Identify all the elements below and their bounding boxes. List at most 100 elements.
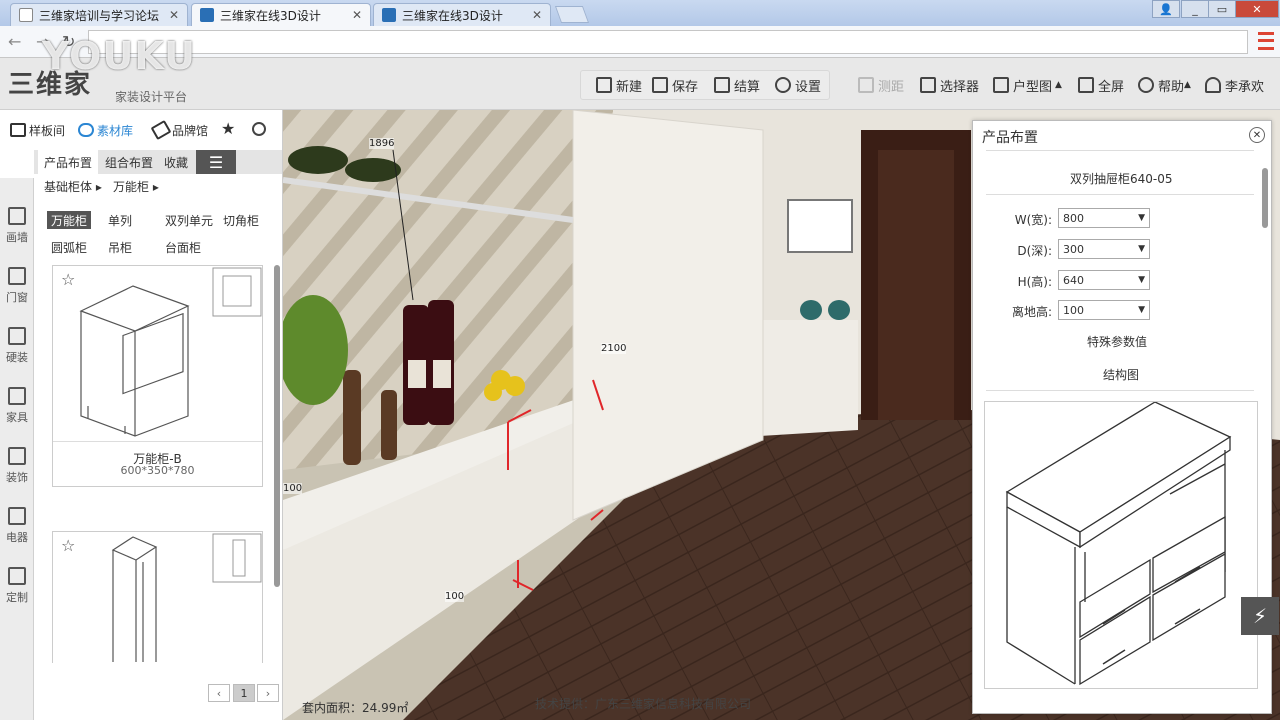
product-card[interactable]: ☆	[52, 531, 263, 663]
back-icon[interactable]: ←	[8, 32, 21, 51]
fullscreen-icon	[1078, 77, 1094, 93]
tab-label: 三维家培训与学习论坛	[39, 8, 160, 23]
selector-button[interactable]: 选择器	[920, 73, 979, 97]
floorplan-button[interactable]: 户型图 ▲	[993, 73, 1062, 97]
next-page-button[interactable]: ›	[257, 684, 279, 702]
chair-icon	[8, 387, 26, 405]
ruler-icon	[858, 77, 874, 93]
sidebar-label: 装饰	[6, 471, 28, 484]
chevron-down-icon: ▼	[1138, 244, 1145, 254]
list-scrollbar[interactable]	[274, 265, 280, 587]
product-size: 600*350*780	[120, 464, 195, 477]
monitor-icon	[8, 507, 26, 525]
star-icon[interactable]: ★	[221, 119, 235, 138]
help-button[interactable]: 帮助 ▲	[1138, 73, 1191, 97]
category-counter[interactable]: 台面柜	[161, 238, 205, 256]
page-number[interactable]: 1	[233, 684, 255, 702]
fullscreen-button[interactable]: 全屏	[1078, 73, 1124, 97]
url-input[interactable]	[88, 30, 1248, 54]
measure-button[interactable]: 测距	[858, 73, 904, 97]
user-menu[interactable]: 李承欢	[1205, 73, 1264, 97]
site-icon	[382, 8, 396, 22]
category-wall-cabinet[interactable]: 吊柜	[104, 238, 136, 256]
nav-templates[interactable]: 样板间	[10, 118, 65, 142]
category-universal[interactable]: 万能柜	[47, 211, 92, 229]
tab-favorites[interactable]: 收藏	[158, 150, 194, 174]
help-label: 帮助	[1158, 79, 1185, 95]
user-icon[interactable]: 👤	[1152, 0, 1180, 18]
close-icon[interactable]: ✕	[352, 8, 362, 22]
search-icon[interactable]	[252, 122, 266, 136]
settings-button[interactable]: 设置	[775, 73, 821, 97]
sidebar-item-hardware[interactable]: 硬装	[0, 318, 34, 374]
minimize-button[interactable]: _	[1181, 0, 1209, 18]
prev-page-button[interactable]: ‹	[208, 684, 230, 702]
sidebar-item-furniture[interactable]: 家具	[0, 378, 34, 434]
chevron-down-icon: ▼	[1138, 305, 1145, 315]
user-icon	[1205, 77, 1221, 93]
breadcrumb-universal-cabinet[interactable]: 万能柜 ▸	[113, 178, 159, 195]
dimension-label: 100	[283, 483, 303, 494]
browser-tab-3d-design-2[interactable]: 三维家在线3D设计 ✕	[373, 3, 551, 26]
divider	[986, 390, 1254, 391]
cube-icon	[10, 123, 26, 137]
sidebar-label: 定制	[6, 591, 28, 604]
roller-icon	[8, 327, 26, 345]
category-single[interactable]: 单列	[104, 211, 136, 229]
menu-icon[interactable]	[1258, 32, 1274, 50]
panel-title: 产品布置	[982, 130, 1038, 146]
browser-tab-3d-design[interactable]: 三维家在线3D设计 ✕	[191, 3, 371, 26]
sidebar-item-custom[interactable]: 定制	[0, 558, 34, 614]
floor-height-select[interactable]: 100 ▼	[1058, 300, 1150, 320]
floorplan-label: 户型图	[1013, 79, 1053, 95]
width-select[interactable]: 800 ▼	[1058, 208, 1150, 228]
cloud-icon	[78, 123, 94, 137]
cart-icon	[714, 77, 730, 93]
save-button[interactable]: 保存	[652, 73, 698, 97]
list-icon[interactable]: ☰	[196, 150, 236, 174]
close-icon[interactable]: ✕	[169, 8, 179, 22]
sidebar-item-doors[interactable]: 门窗	[0, 258, 34, 314]
grid-icon	[8, 567, 26, 585]
window-close-button[interactable]: ✕	[1235, 0, 1279, 18]
height-select[interactable]: 640 ▼	[1058, 270, 1150, 290]
crumb-label: 基础柜体	[44, 180, 93, 194]
depth-select[interactable]: 300 ▼	[1058, 239, 1150, 259]
save-icon	[652, 77, 668, 93]
sidebar-label: 门窗	[6, 291, 28, 304]
close-icon[interactable]: ✕	[1249, 127, 1265, 143]
sidebar-item-appliances[interactable]: 电器	[0, 498, 34, 554]
plant-icon	[8, 447, 26, 465]
product-card[interactable]: ☆ 万能柜-B 600*350*780	[52, 265, 263, 487]
dimension-label: 100	[445, 591, 465, 602]
sidebar-item-decor[interactable]: 装饰	[0, 438, 34, 494]
breadcrumb-base-cabinet[interactable]: 基础柜体 ▸	[44, 178, 102, 195]
flash-icon[interactable]: ⚡	[1241, 597, 1279, 635]
category-corner[interactable]: 切角柜	[219, 211, 263, 229]
checkout-button[interactable]: 结算	[714, 73, 760, 97]
category-double-unit[interactable]: 双列单元	[161, 211, 217, 229]
new-label: 新建	[616, 79, 643, 95]
pencil-icon	[8, 207, 26, 225]
tab-product-layout[interactable]: 产品布置	[38, 150, 98, 174]
close-icon[interactable]: ✕	[532, 8, 542, 22]
special-params-link[interactable]: 特殊参数值	[1087, 333, 1147, 350]
selector-label: 选择器	[940, 79, 980, 95]
nav-materials[interactable]: 素材库	[78, 118, 133, 142]
category-arc[interactable]: 圆弧柜	[47, 238, 91, 256]
fullscreen-label: 全屏	[1098, 79, 1125, 95]
image-icon	[993, 77, 1009, 93]
sidebar-item-wall[interactable]: 画墙	[0, 198, 34, 254]
new-tab-button[interactable]	[554, 6, 590, 23]
width-label: W(宽):	[1014, 213, 1052, 227]
height-value: 640	[1063, 273, 1084, 287]
browser-tab-forum[interactable]: 三维家培训与学习论坛 ✕	[10, 3, 188, 26]
maximize-button[interactable]: ▭	[1208, 0, 1236, 18]
save-label: 保存	[672, 79, 699, 95]
new-button[interactable]: 新建	[596, 73, 642, 97]
panel-scrollbar[interactable]	[1262, 168, 1268, 228]
checkout-label: 结算	[734, 79, 761, 95]
nav-brands[interactable]: 品牌馆	[150, 118, 208, 142]
sidebar-label: 家具	[6, 411, 28, 424]
tab-combo-layout[interactable]: 组合布置	[100, 150, 158, 174]
